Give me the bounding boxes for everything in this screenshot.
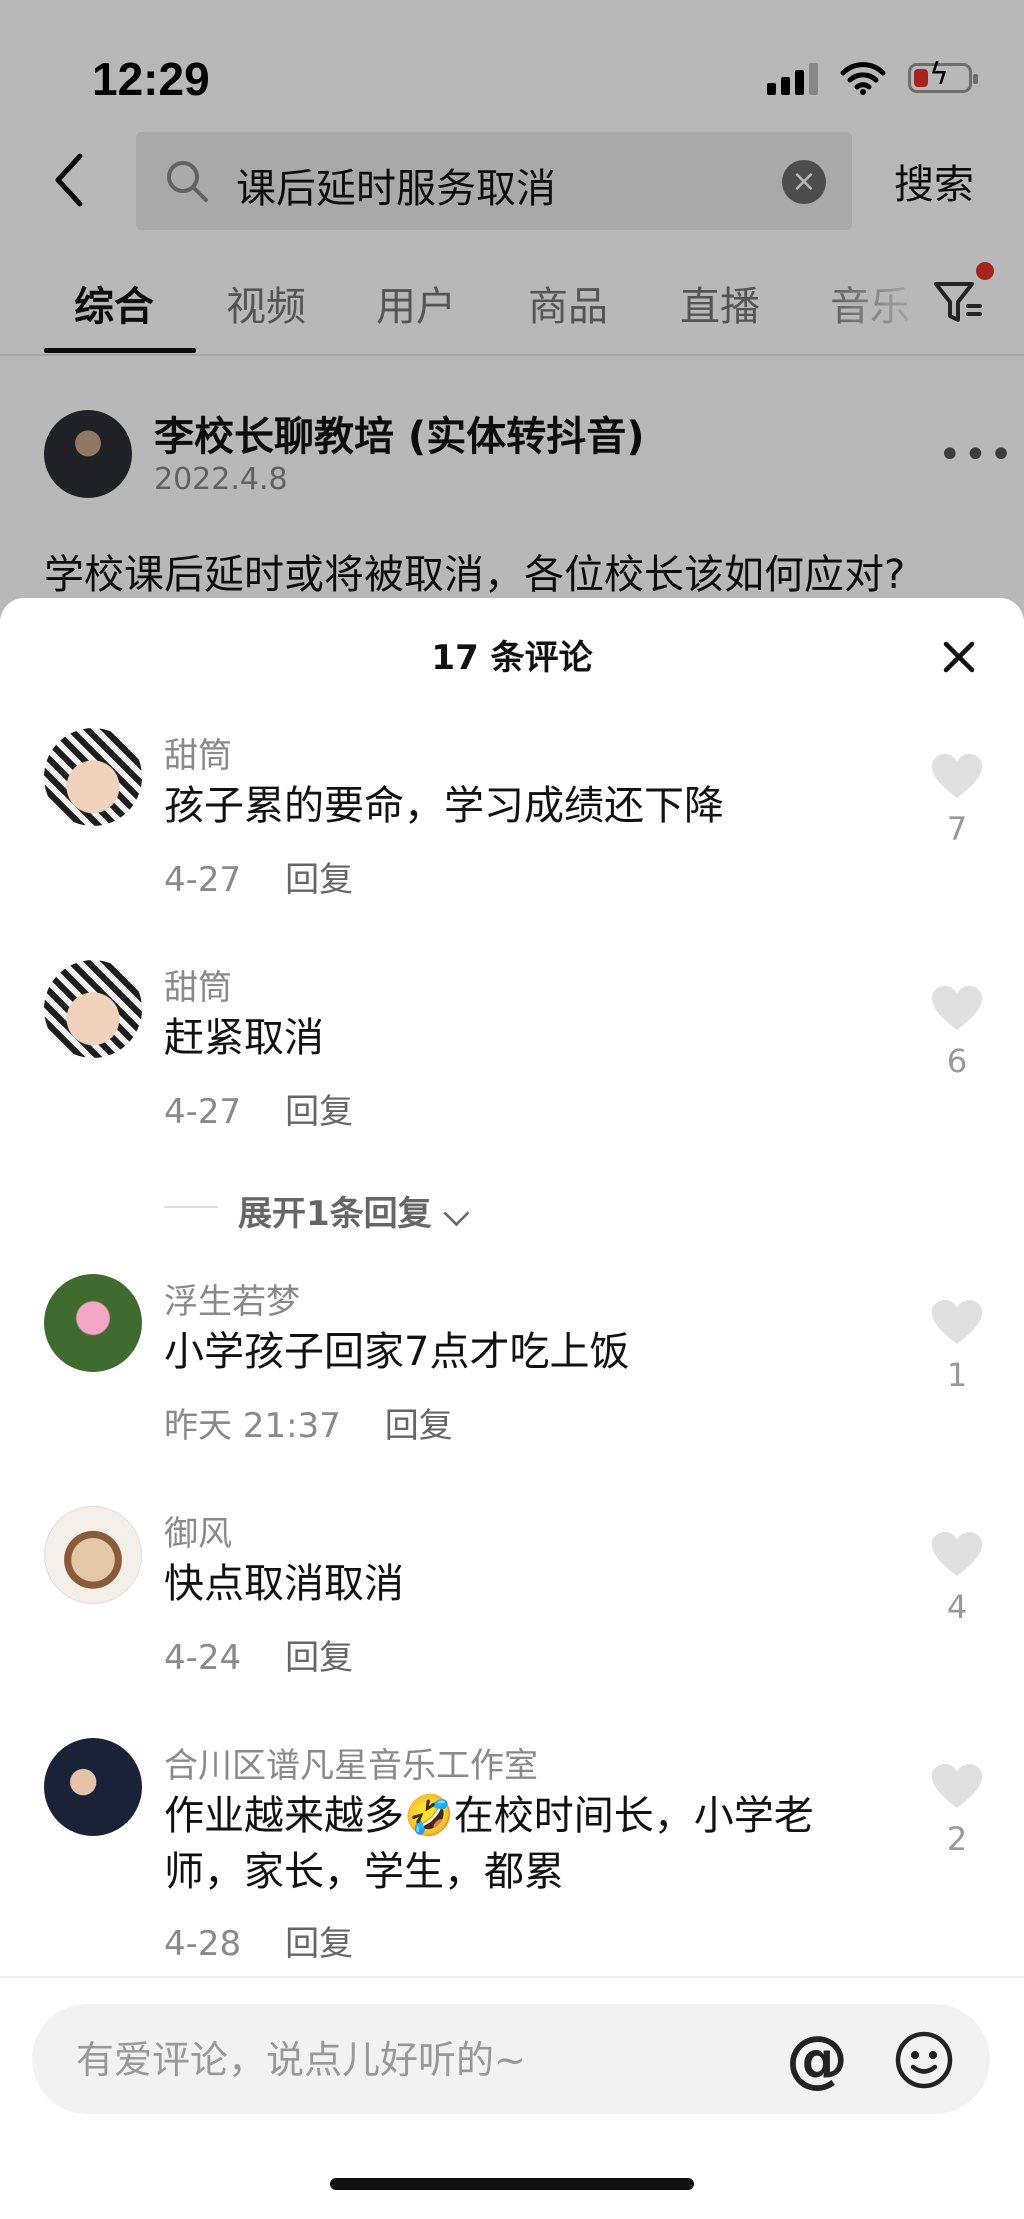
home-indicator[interactable] xyxy=(330,2178,694,2190)
emoji-icon[interactable] xyxy=(894,2030,954,2090)
mention-icon[interactable]: @ xyxy=(786,2024,848,2094)
avatar[interactable] xyxy=(44,1274,142,1372)
comments-sheet: 17 条评论 甜筒 孩子累的要命，学习成绩还下降 4-27 回复 7 甜筒 赶紧取… xyxy=(0,598,1024,2217)
close-icon[interactable] xyxy=(938,636,980,678)
comment-meta: 昨天 21:37 回复 xyxy=(164,1398,453,1447)
heart-icon[interactable] xyxy=(930,752,984,800)
reply-button[interactable]: 回复 xyxy=(385,1406,453,1446)
comment-time: 4-27 xyxy=(164,1092,242,1132)
avatar[interactable] xyxy=(44,728,142,826)
comment-username[interactable]: 浮生若梦 xyxy=(164,1274,300,1323)
like-count: 2 xyxy=(946,1820,968,1858)
comment-username[interactable]: 甜筒 xyxy=(164,960,232,1009)
comment-username[interactable]: 甜筒 xyxy=(164,728,232,777)
heart-icon[interactable] xyxy=(930,984,984,1032)
expand-divider xyxy=(164,1206,218,1208)
expand-replies-label: 展开1条回复 ⌵ xyxy=(238,1194,470,1234)
comment-meta: 4-27 回复 xyxy=(164,852,353,901)
comment-text: 作业越来越多🤣在校时间长，小学老师，家长，学生，都累 xyxy=(164,1793,814,1895)
comment-meta: 4-27 回复 xyxy=(164,1084,353,1133)
reply-button[interactable]: 回复 xyxy=(285,1924,353,1964)
reply-button[interactable]: 回复 xyxy=(285,1638,353,1678)
expand-text: 展开1条回复 xyxy=(238,1194,432,1234)
comment-time: 4-28 xyxy=(164,1924,242,1964)
like-count: 6 xyxy=(946,1042,968,1080)
comment-time: 昨天 21:37 xyxy=(164,1406,341,1446)
comment-text: 赶紧取消 xyxy=(164,1015,324,1061)
comment-text: 小学孩子回家7点才吃上饭 xyxy=(164,1329,630,1375)
like-count: 4 xyxy=(946,1588,968,1626)
comment-meta: 4-28 回复 xyxy=(164,1916,353,1965)
heart-icon[interactable] xyxy=(930,1762,984,1810)
reply-button[interactable]: 回复 xyxy=(285,1092,353,1132)
reply-button[interactable]: 回复 xyxy=(285,860,353,900)
comment-text: 快点取消取消 xyxy=(164,1561,404,1607)
comment-username[interactable]: 御风 xyxy=(164,1506,232,1555)
like-count: 1 xyxy=(946,1356,968,1394)
comment-meta: 4-24 回复 xyxy=(164,1630,353,1679)
avatar[interactable] xyxy=(44,960,142,1058)
heart-icon[interactable] xyxy=(930,1298,984,1346)
avatar[interactable] xyxy=(44,1738,142,1836)
comment-input[interactable] xyxy=(74,2032,778,2088)
comment-text: 孩子累的要命，学习成绩还下降 xyxy=(164,783,724,829)
like-count: 7 xyxy=(946,810,968,848)
comment-time: 4-24 xyxy=(164,1638,242,1678)
comments-count-title: 17 条评论 xyxy=(431,638,593,678)
comment-username[interactable]: 合川区谱凡星音乐工作室 xyxy=(164,1738,538,1787)
comment-input-container: @ xyxy=(32,2004,990,2114)
comment-time: 4-27 xyxy=(164,860,242,900)
heart-icon[interactable] xyxy=(930,1530,984,1578)
avatar[interactable] xyxy=(44,1506,142,1604)
